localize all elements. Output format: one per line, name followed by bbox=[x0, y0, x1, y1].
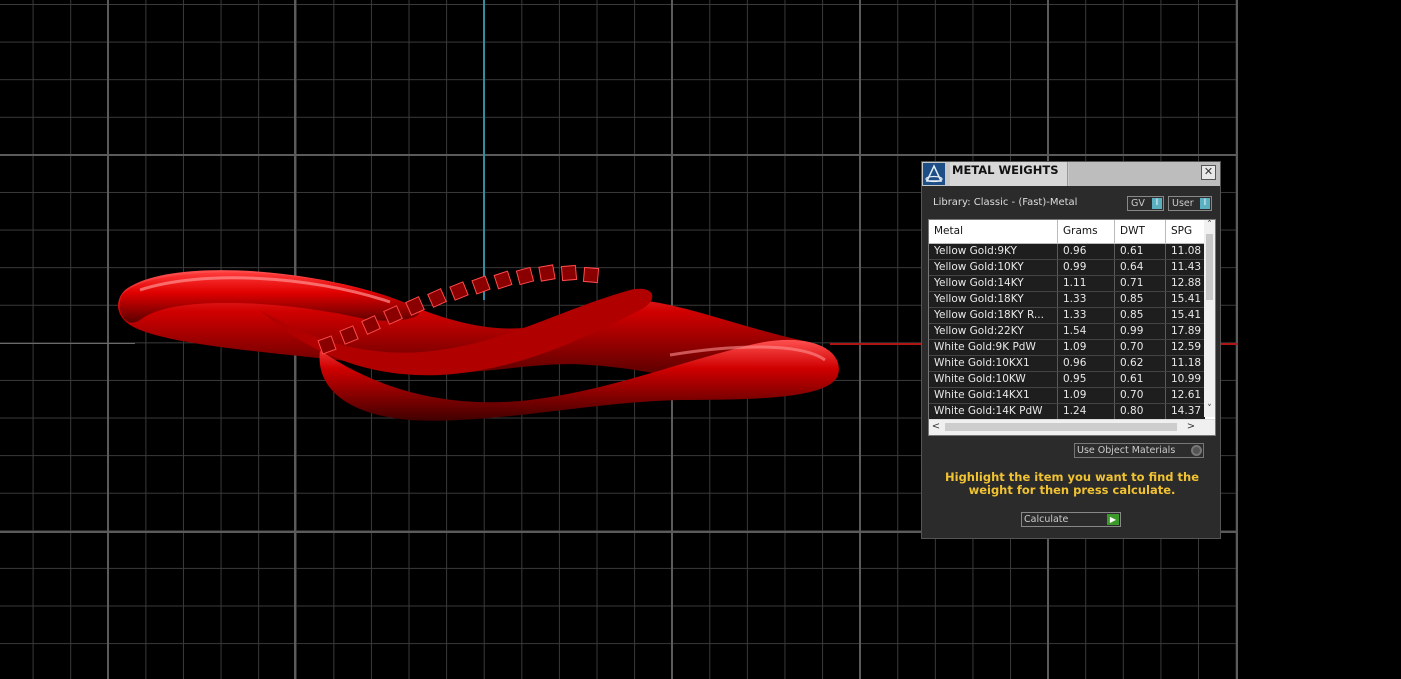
cell-spg: 14.37 bbox=[1171, 405, 1202, 417]
table-row[interactable]: Yellow Gold:18KY 1.33 0.85 15.41 bbox=[929, 292, 1205, 308]
use-object-materials-label: Use Object Materials bbox=[1077, 445, 1176, 456]
cell-grams: 1.09 bbox=[1058, 388, 1115, 403]
cell-grams: 1.33 bbox=[1058, 292, 1115, 307]
scroll-left-icon[interactable]: < bbox=[930, 421, 942, 433]
cell-grams: 0.95 bbox=[1058, 372, 1115, 387]
cell-grams: 0.99 bbox=[1058, 260, 1115, 275]
cell-grams: 1.11 bbox=[1058, 276, 1115, 291]
table-row[interactable]: Yellow Gold:14KY 1.11 0.71 12.88 bbox=[929, 276, 1205, 292]
table-row[interactable]: White Gold:10KX1 0.96 0.62 11.18 bbox=[929, 356, 1205, 372]
cell-metal: Yellow Gold:18KY R... bbox=[929, 308, 1058, 323]
gv-toggle[interactable]: GV I bbox=[1127, 196, 1164, 211]
table-row[interactable]: Yellow Gold:9KY 0.96 0.61 11.08 bbox=[929, 244, 1205, 260]
vertical-scroll-thumb[interactable] bbox=[1206, 234, 1213, 300]
toggle-indicator-icon: I bbox=[1152, 198, 1162, 209]
grid-major-line bbox=[107, 0, 109, 679]
metal-table[interactable]: Metal Grams DWT SPG Yellow Gold:9KY 0.96 0… bbox=[928, 219, 1216, 436]
cell-dwt: 0.61 bbox=[1115, 372, 1166, 387]
toggle-indicator-icon: I bbox=[1200, 198, 1210, 209]
column-header-metal[interactable]: Metal bbox=[929, 220, 1058, 243]
cell-spg: 12.59 bbox=[1171, 341, 1202, 353]
table-row[interactable]: Yellow Gold:22KY 1.54 0.99 17.89 bbox=[929, 324, 1205, 340]
cell-dwt: 0.85 bbox=[1115, 292, 1166, 307]
radio-knob-icon bbox=[1191, 445, 1202, 456]
column-header-grams[interactable]: Grams bbox=[1058, 220, 1115, 243]
cell-spg: 17.89 bbox=[1171, 325, 1202, 337]
cell-dwt: 0.71 bbox=[1115, 276, 1166, 291]
cell-grams: 1.33 bbox=[1058, 308, 1115, 323]
user-toggle[interactable]: User I bbox=[1168, 196, 1212, 211]
cell-grams: 0.96 bbox=[1058, 244, 1115, 259]
scroll-right-icon[interactable]: > bbox=[1185, 421, 1197, 433]
table-row[interactable]: Yellow Gold:10KY 0.99 0.64 11.43 bbox=[929, 260, 1205, 276]
table-row[interactable]: White Gold:14K PdW 1.24 0.80 14.37 bbox=[929, 404, 1205, 420]
cell-spg: 10.99 bbox=[1171, 373, 1202, 385]
app-logo-icon bbox=[923, 163, 945, 185]
table-header: Metal Grams DWT SPG bbox=[929, 220, 1205, 244]
close-icon[interactable]: ✕ bbox=[1201, 165, 1216, 180]
grid-major-line bbox=[0, 154, 1238, 156]
cell-dwt: 0.61 bbox=[1115, 244, 1166, 259]
instruction-text: Highlight the item you want to find the … bbox=[945, 470, 1199, 497]
user-toggle-label: User bbox=[1172, 198, 1194, 209]
table-row[interactable]: White Gold:9K PdW 1.09 0.70 12.59 bbox=[929, 340, 1205, 356]
cell-metal: Yellow Gold:9KY bbox=[929, 244, 1058, 259]
scroll-down-icon[interactable]: ˅ bbox=[1204, 404, 1215, 415]
column-header-spg[interactable]: SPG bbox=[1166, 220, 1205, 243]
horizontal-scrollbar[interactable]: < > bbox=[929, 419, 1215, 435]
ring-model[interactable] bbox=[110, 250, 850, 435]
table-row[interactable]: Yellow Gold:18KY R... 1.33 0.85 15.41 bbox=[929, 308, 1205, 324]
cell-spg: 12.61 bbox=[1171, 389, 1202, 401]
cell-metal: White Gold:14K PdW bbox=[929, 404, 1058, 419]
cell-dwt: 0.70 bbox=[1115, 340, 1166, 355]
grid-major-line bbox=[1236, 0, 1238, 679]
cell-spg: 11.43 bbox=[1171, 261, 1202, 273]
cell-spg: 11.08 bbox=[1171, 245, 1202, 257]
cell-dwt: 0.85 bbox=[1115, 308, 1166, 323]
cell-grams: 1.24 bbox=[1058, 404, 1115, 419]
cell-dwt: 0.80 bbox=[1115, 404, 1166, 419]
cell-grams: 1.09 bbox=[1058, 340, 1115, 355]
scroll-up-icon[interactable]: ˄ bbox=[1204, 220, 1215, 231]
column-header-dwt[interactable]: DWT bbox=[1115, 220, 1166, 243]
play-arrow-icon: ▶ bbox=[1107, 514, 1119, 525]
cell-spg: 12.88 bbox=[1171, 277, 1202, 289]
table-body: Yellow Gold:9KY 0.96 0.61 11.08 Yellow Gold:… bbox=[929, 244, 1205, 420]
cell-dwt: 0.70 bbox=[1115, 388, 1166, 403]
cell-metal: White Gold:10KW bbox=[929, 372, 1058, 387]
cell-dwt: 0.62 bbox=[1115, 356, 1166, 371]
calculate-button[interactable]: Calculate ▶ bbox=[1021, 512, 1121, 527]
titlebar-fill bbox=[1069, 162, 1220, 186]
grid-major-line bbox=[859, 0, 861, 679]
cell-metal: Yellow Gold:10KY bbox=[929, 260, 1058, 275]
table-row[interactable]: White Gold:14KX1 1.09 0.70 12.61 bbox=[929, 388, 1205, 404]
cell-dwt: 0.64 bbox=[1115, 260, 1166, 275]
library-label: Library: Classic - (Fast)-Metal bbox=[933, 197, 1078, 208]
metal-weights-dialog[interactable]: METAL WEIGHTS ✕ Library: Classic - (Fast… bbox=[921, 161, 1221, 539]
horizontal-scroll-thumb[interactable] bbox=[945, 423, 1177, 431]
cell-grams: 0.96 bbox=[1058, 356, 1115, 371]
cell-grams: 1.54 bbox=[1058, 324, 1115, 339]
cell-metal: White Gold:10KX1 bbox=[929, 356, 1058, 371]
cell-spg: 11.18 bbox=[1171, 357, 1202, 369]
gv-toggle-label: GV bbox=[1131, 198, 1145, 209]
cell-metal: Yellow Gold:18KY bbox=[929, 292, 1058, 307]
dialog-title: METAL WEIGHTS bbox=[950, 162, 1068, 186]
table-row[interactable]: White Gold:10KW 0.95 0.61 10.99 bbox=[929, 372, 1205, 388]
cell-metal: Yellow Gold:14KY bbox=[929, 276, 1058, 291]
dialog-titlebar[interactable]: METAL WEIGHTS ✕ bbox=[922, 162, 1220, 186]
vertical-scrollbar[interactable]: ˄ ˅ bbox=[1204, 220, 1215, 417]
cell-metal: White Gold:9K PdW bbox=[929, 340, 1058, 355]
cell-metal: Yellow Gold:22KY bbox=[929, 324, 1058, 339]
cell-spg: 15.41 bbox=[1171, 293, 1202, 305]
calculate-label: Calculate bbox=[1024, 514, 1069, 525]
use-object-materials-toggle[interactable]: Use Object Materials bbox=[1074, 443, 1204, 458]
cell-metal: White Gold:14KX1 bbox=[929, 388, 1058, 403]
cell-spg: 15.41 bbox=[1171, 309, 1202, 321]
cell-dwt: 0.99 bbox=[1115, 324, 1166, 339]
